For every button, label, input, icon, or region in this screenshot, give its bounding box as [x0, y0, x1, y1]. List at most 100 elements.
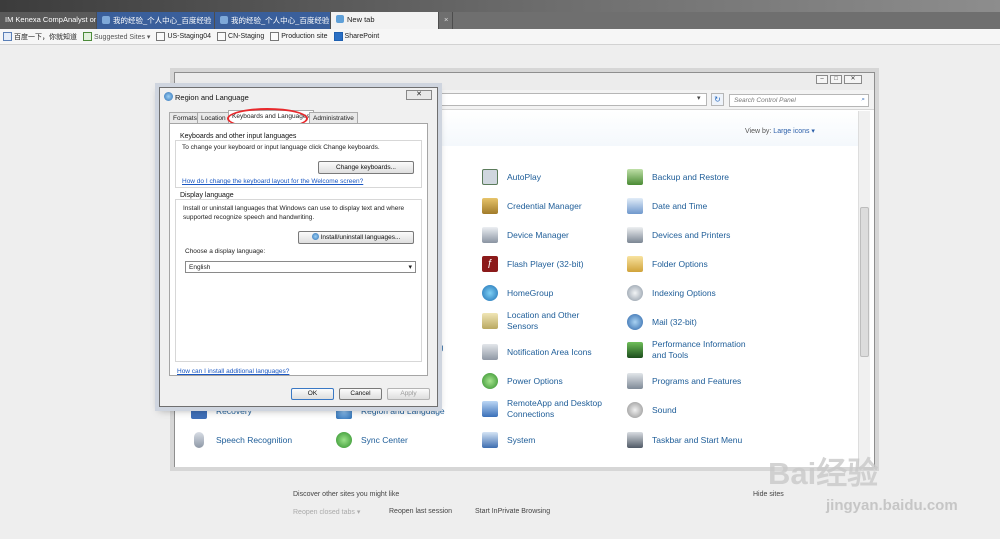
reopen-last-session[interactable]: Reopen last session: [389, 508, 452, 515]
item-location-sensors[interactable]: Location and Other Sensors: [482, 310, 602, 331]
item-speech-recognition[interactable]: Speech Recognition: [191, 432, 292, 448]
favorite-production[interactable]: Production site: [270, 32, 328, 41]
microphone-icon: [194, 432, 204, 448]
change-keyboards-button[interactable]: Change keyboards...: [318, 161, 414, 174]
item-remoteapp[interactable]: RemoteApp and Desktop Connections: [482, 398, 617, 419]
tab-baidu-2[interactable]: 我的经验_个人中心_百度经验: [215, 12, 331, 29]
close-window-button[interactable]: ✕: [844, 75, 862, 84]
item-label: Backup and Restore: [652, 171, 730, 182]
item-power-options[interactable]: Power Options: [482, 373, 563, 389]
item-notification-area-icons[interactable]: Notification Area Icons: [482, 344, 592, 360]
printer-icon: [627, 227, 643, 243]
item-credential-manager[interactable]: Credential Manager: [482, 198, 582, 214]
item-indexing-options[interactable]: Indexing Options: [627, 285, 716, 301]
item-taskbar-start-menu[interactable]: Taskbar and Start Menu: [627, 432, 742, 448]
welcome-keyboard-link[interactable]: How do I change the keyboard layout for …: [182, 178, 363, 185]
dialog-close-button[interactable]: ✕: [406, 90, 432, 100]
install-languages-button[interactable]: Install/uninstall languages...: [298, 231, 414, 244]
address-field[interactable]: [437, 93, 707, 106]
item-devices-printers[interactable]: Devices and Printers: [627, 227, 730, 243]
vertical-scrollbar[interactable]: [858, 111, 870, 467]
item-label: Recovery: [216, 405, 252, 416]
search-input[interactable]: Search Control Panel ⌕: [729, 94, 869, 107]
item-label: Location and Other Sensors: [507, 310, 580, 331]
item-performance-info[interactable]: Performance Information and Tools: [627, 339, 762, 360]
search-icon: ⌕: [861, 96, 865, 103]
cancel-button[interactable]: Cancel: [339, 388, 382, 400]
taskbar-icon: [627, 432, 643, 448]
folder-icon: [627, 256, 643, 272]
dialog-title: Region and Language: [175, 93, 249, 102]
view-by[interactable]: View by: Large icons ▾: [745, 127, 815, 135]
favorite-baidu[interactable]: 百度一下，你就知道: [3, 32, 77, 42]
item-sound[interactable]: Sound: [627, 402, 677, 418]
item-label: Flash Player (32-bit): [507, 258, 584, 269]
minimize-button[interactable]: –: [816, 75, 828, 84]
page-icon: [217, 32, 227, 41]
refresh-icon[interactable]: ↻: [711, 93, 724, 106]
bing-icon: [83, 32, 92, 41]
minimize-icon: –: [820, 76, 824, 82]
sync-icon: [336, 432, 352, 448]
item-label: System: [507, 434, 536, 445]
vault-icon: [482, 198, 498, 214]
close-icon: ✕: [850, 76, 856, 82]
item-date-time[interactable]: Date and Time: [627, 198, 707, 214]
sharepoint-icon: [333, 32, 343, 41]
view-by-value[interactable]: Large icons ▾: [773, 128, 815, 135]
window-top-strip: [0, 0, 1000, 12]
favorite-cn-staging[interactable]: CN-Staging: [217, 32, 264, 41]
item-homegroup[interactable]: HomeGroup: [482, 285, 553, 301]
system-icon: [482, 432, 498, 448]
item-backup-restore[interactable]: Backup and Restore: [627, 169, 729, 185]
favorite-us-staging[interactable]: US-Staging04: [156, 32, 211, 41]
item-label: Indexing Options: [652, 287, 716, 298]
ok-button[interactable]: OK: [291, 388, 334, 400]
item-label: Performance Information and Tools: [652, 339, 746, 360]
scrollbar-thumb[interactable]: [860, 207, 869, 357]
favorite-label: Suggested Sites ▾: [94, 33, 151, 41]
favorite-suggested-sites[interactable]: Suggested Sites ▾: [83, 32, 150, 41]
tab-kenexa[interactable]: IM Kenexa CompAnalyst on ...: [0, 12, 97, 29]
programs-icon: [627, 373, 643, 389]
tab-label: Location: [201, 115, 226, 122]
tab-panel: Keyboards and other input languages To c…: [169, 123, 428, 376]
install-languages-link[interactable]: How can I install additional languages?: [177, 368, 289, 375]
autoplay-icon: [482, 169, 498, 185]
favorite-label: CN-Staging: [228, 33, 265, 40]
view-by-label: View by:: [745, 128, 772, 135]
item-label: Programs and Features: [652, 375, 742, 386]
start-inprivate-browsing[interactable]: Start InPrivate Browsing: [475, 508, 550, 515]
item-sync-center[interactable]: Sync Center: [336, 432, 408, 448]
globe-icon: [164, 92, 173, 101]
close-tab-button[interactable]: ×: [439, 12, 453, 29]
item-mail[interactable]: Mail (32-bit): [627, 314, 697, 330]
apply-button[interactable]: Apply: [387, 388, 430, 400]
page-icon: [156, 32, 166, 41]
clock-icon: [627, 198, 643, 214]
display-language-select[interactable]: English ▾: [185, 261, 416, 273]
tab-new-tab[interactable]: New tab: [331, 12, 439, 29]
button-label: Apply: [400, 390, 417, 397]
item-autoplay[interactable]: AutoPlay: [482, 169, 541, 185]
item-flash-player[interactable]: ƒ Flash Player (32-bit): [482, 256, 584, 272]
item-label: Sync Center: [361, 434, 408, 445]
magnifier-icon: [627, 285, 643, 301]
address-dropdown-icon[interactable]: ▾: [697, 94, 701, 102]
tab-baidu-1[interactable]: 我的经验_个人中心_百度经验: [97, 12, 215, 29]
browser-tab-bar: IM Kenexa CompAnalyst on ... 我的经验_个人中心_百…: [0, 12, 1000, 29]
notification-icon: [482, 344, 498, 360]
selected-language: English: [189, 264, 211, 271]
page-icon: [220, 16, 228, 24]
item-system[interactable]: System: [482, 432, 535, 448]
location-sensor-icon: [482, 312, 498, 329]
item-programs-features[interactable]: Programs and Features: [627, 373, 741, 389]
item-folder-options[interactable]: Folder Options: [627, 256, 708, 272]
item-device-manager[interactable]: Device Manager: [482, 227, 569, 243]
reopen-closed-tabs[interactable]: Reopen closed tabs ▾: [293, 508, 360, 516]
item-label: Region and Language: [361, 405, 445, 416]
favorite-sharepoint[interactable]: SharePoint: [333, 32, 379, 41]
display-language-group: [175, 199, 422, 362]
favorites-bar: 百度一下，你就知道 Suggested Sites ▾ US-Staging04…: [0, 29, 1000, 45]
maximize-button[interactable]: □: [830, 75, 842, 84]
